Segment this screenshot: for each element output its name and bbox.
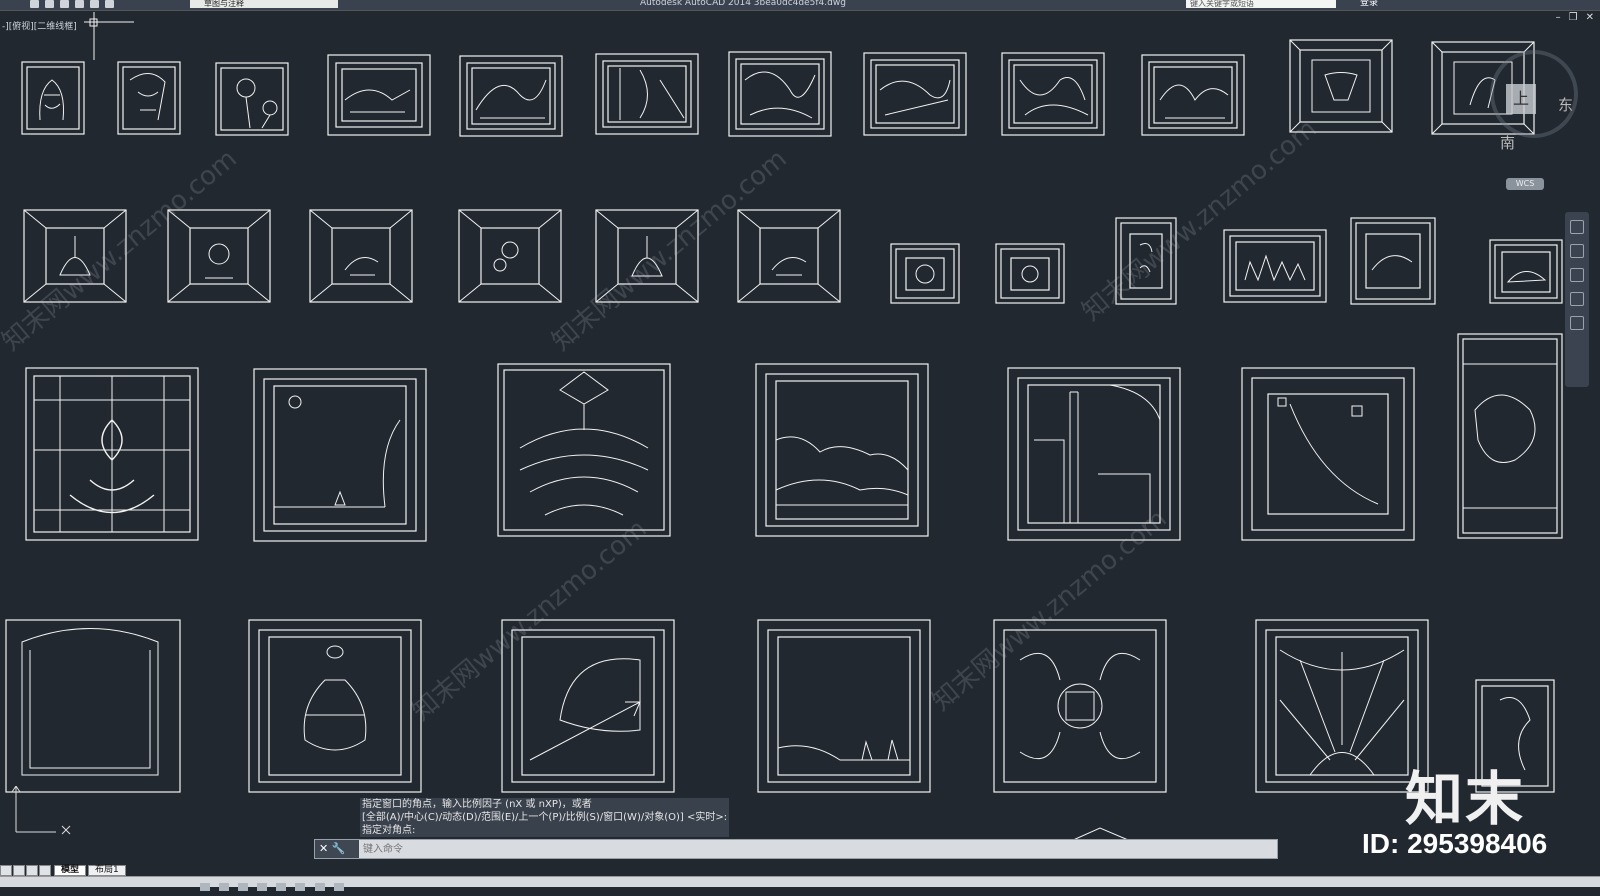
view-cube-top-face[interactable]: 上 [1506,84,1536,114]
command-history-line: 指定窗口的角点，输入比例因子 (nX 或 nXP)，或者 [360,798,730,811]
picture-frame[interactable] [21,61,85,135]
command-history: 指定窗口的角点，输入比例因子 (nX 或 nXP)，或者 [全部(A)/中心(C… [360,798,730,837]
undo-icon[interactable] [105,0,114,8]
picture-frame[interactable] [737,209,841,303]
viewport-label[interactable]: -][俯视][二维线框] [2,19,77,32]
dynamic-input-toggle[interactable] [314,883,325,891]
zoom-icon[interactable] [1570,268,1584,282]
picture-frame[interactable] [1489,239,1563,304]
tab-model[interactable]: 模型 [54,865,87,876]
picture-frame[interactable] [1457,333,1563,539]
tab-first-icon[interactable] [0,865,12,876]
picture-frame[interactable] [755,363,929,537]
picture-frame[interactable] [995,243,1065,304]
picture-frame[interactable] [595,53,699,135]
login-button[interactable]: 登录 [1360,0,1378,8]
workspace-dropdown[interactable]: 草图与注释 [190,0,338,8]
picture-frame[interactable] [757,619,931,793]
tab-last-icon[interactable] [39,865,51,876]
picture-frame[interactable] [5,619,181,793]
print-icon[interactable] [90,0,99,8]
saveas-icon[interactable] [75,0,84,8]
grid-toggle[interactable] [219,883,230,891]
picture-frame[interactable] [215,62,289,136]
status-bar [0,876,1600,891]
window-title: Autodesk AutoCAD 2014 3bea0dc4de5f4.dwg [640,0,846,8]
lineweight-toggle[interactable] [333,883,344,891]
picture-frame[interactable] [1001,52,1105,136]
navigation-bar [1565,212,1589,387]
command-line-tools[interactable]: ✕ 🔧 [315,840,359,858]
picture-frame[interactable] [25,367,199,541]
wcs-menu[interactable]: WCS [1506,178,1544,190]
ortho-toggle[interactable] [238,883,249,891]
osnap-toggle[interactable] [276,883,287,891]
tab-next-icon[interactable] [26,865,38,876]
brand-logo: 知末 [1405,765,1526,833]
new-icon[interactable] [30,0,39,8]
polar-toggle[interactable] [257,883,268,891]
snap-toggle[interactable] [200,883,210,891]
command-input[interactable] [361,841,1265,858]
picture-frame[interactable] [459,55,563,137]
resource-id: ID: 295398406 [1362,828,1548,859]
picture-frame[interactable] [1241,367,1415,541]
compass-south-label: 南 [1500,134,1516,152]
save-icon[interactable] [60,0,69,8]
layout-tabs: 模型 布局1 [0,865,126,876]
tab-layout1[interactable]: 布局1 [88,865,126,876]
ucs-icon [11,786,71,835]
title-bar: 草图与注释 Autodesk AutoCAD 2014 3bea0dc4de5f… [0,0,1600,11]
picture-frame[interactable] [1141,54,1245,136]
command-history-line: 指定对角点: [360,824,730,837]
steering-wheel-icon[interactable] [1570,220,1584,234]
picture-frame[interactable] [890,243,960,304]
picture-frame[interactable] [309,209,413,303]
command-line: ✕ 🔧 [314,839,1278,859]
search-input[interactable]: 键入关键字或短语 [1186,0,1336,8]
picture-frame[interactable] [728,51,832,137]
picture-frame[interactable] [458,209,562,303]
view-cube[interactable]: 上 南 东 [1478,44,1588,194]
picture-frame[interactable] [1255,619,1429,793]
command-history-line: [全部(A)/中心(C)/动态(D)/范围(E)/上一个(P)/比例(S)/窗口… [360,811,730,824]
tab-prev-icon[interactable] [13,865,25,876]
quick-access-toolbar[interactable] [30,0,114,9]
compass-east-label: 东 [1558,96,1574,114]
picture-frame[interactable] [497,363,671,537]
otrack-toggle[interactable] [295,883,306,891]
picture-frame[interactable] [327,54,431,136]
picture-frame[interactable] [117,61,181,135]
picture-frame[interactable] [248,619,422,793]
open-icon[interactable] [45,0,54,8]
drawing-canvas[interactable] [0,12,1600,847]
orbit-icon[interactable] [1570,292,1584,306]
picture-frame[interactable] [1223,229,1327,303]
picture-frame[interactable] [253,368,427,542]
showmotion-icon[interactable] [1570,316,1584,330]
picture-frame[interactable] [167,209,271,303]
pan-icon[interactable] [1570,244,1584,258]
picture-frame[interactable] [1350,217,1436,305]
picture-frame[interactable] [501,619,675,793]
picture-frame[interactable] [863,52,967,136]
